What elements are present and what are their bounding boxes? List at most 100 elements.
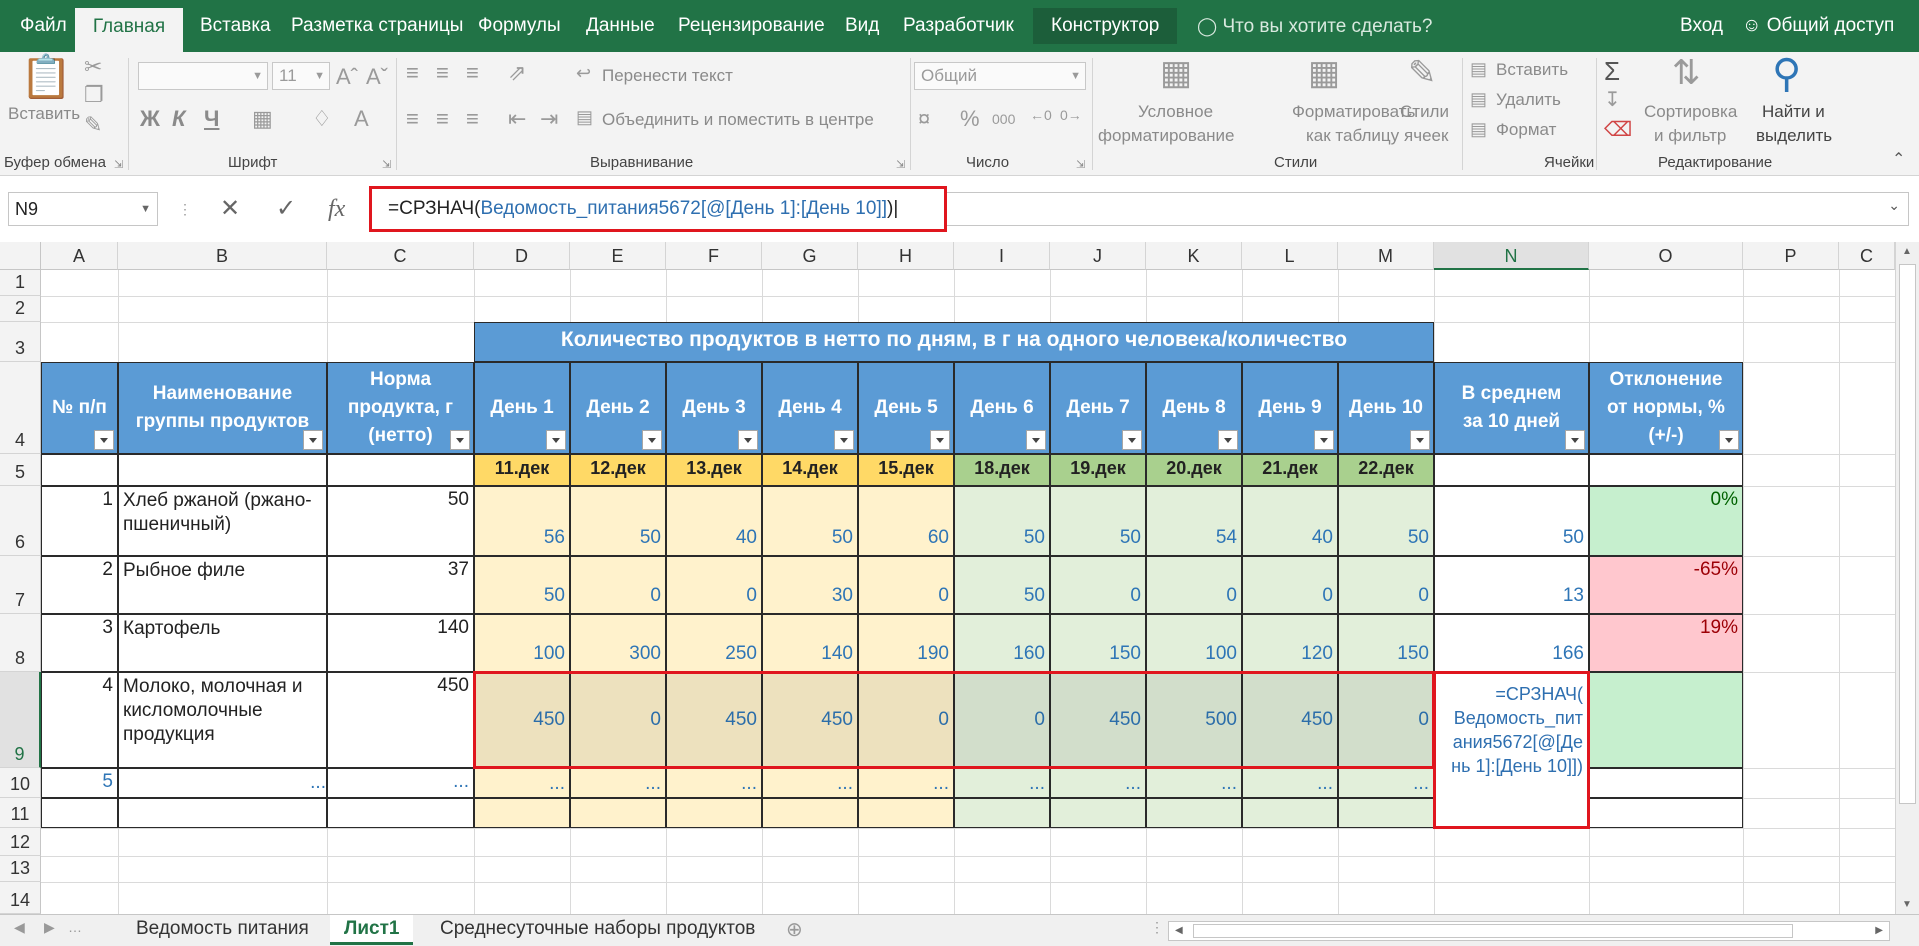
column-header-p[interactable]: P [1743,242,1839,270]
cell-styles-line1[interactable]: Стили [1400,102,1449,122]
paste-icon[interactable]: 📋 [20,56,72,98]
day-value[interactable]: 0 [570,556,666,614]
column-header-l[interactable]: L [1242,242,1338,270]
row-number[interactable]: 1 [41,486,118,556]
day-value[interactable]: 40 [666,486,762,556]
align-middle-icon[interactable]: ≡ [436,62,449,84]
row-number[interactable]: 2 [41,556,118,614]
align-center-icon[interactable]: ≡ [436,108,449,130]
day-value[interactable]: 0 [570,672,666,768]
day-value[interactable]: 450 [474,672,570,768]
active-cell-editor[interactable]: =СРЗНАЧ( Ведомость_пит ания5672[@[Де нь … [1433,671,1590,829]
find-select-line1[interactable]: Найти и [1762,102,1825,122]
day-value[interactable]: ... [1146,768,1242,798]
clipboard-launcher-icon[interactable]: ⇲ [114,158,123,171]
day-value[interactable]: ... [1050,768,1146,798]
tell-me-search[interactable]: ◯ Что вы хотите сделать? [1197,8,1432,44]
day-value[interactable]: 54 [1146,486,1242,556]
tab-home[interactable]: Главная [75,8,183,52]
sheet-tab-vedomost[interactable]: Ведомость питания [122,915,323,945]
orientation-icon[interactable]: ⇗ [508,62,526,84]
day-value[interactable]: 56 [474,486,570,556]
product-name[interactable]: Молоко, молочная и кисломолочные продукция [118,672,327,768]
cell-styles-line2[interactable]: ячеек [1404,126,1448,146]
day-value[interactable]: 100 [1146,614,1242,672]
expand-formula-icon[interactable]: ⌄ [1888,197,1900,214]
increase-decimal-icon[interactable]: ←0 [1030,108,1052,122]
empty-cell[interactable] [41,798,118,828]
day-value[interactable]: 150 [1050,614,1146,672]
day-value[interactable]: 140 [762,614,858,672]
format-as-table-line1[interactable]: Форматировать [1292,102,1415,122]
hscroll-thumb[interactable] [1193,924,1793,938]
deviation-value[interactable]: 19% [1589,614,1743,672]
column-header-c[interactable]: C [1839,242,1895,270]
day-value[interactable]: 50 [954,486,1050,556]
filter-dropdown-icon[interactable] [642,430,662,450]
row-header-11[interactable]: 11 [0,798,41,828]
shrink-font-icon[interactable]: Aˇ [366,66,388,88]
day-value[interactable]: ... [954,768,1050,798]
more-sheets-icon[interactable]: … [68,919,82,935]
sort-filter-line2[interactable]: и фильтр [1654,126,1726,146]
row-header-7[interactable]: 7 [0,556,41,614]
empty-cell[interactable] [1050,798,1146,828]
day-value[interactable]: 150 [1338,614,1434,672]
insert-cells-button[interactable]: Вставить [1496,60,1568,80]
column-header-o[interactable]: O [1589,242,1743,270]
product-name[interactable]: Хлеб ржаной (ржано-пшеничный) [118,486,327,556]
filter-dropdown-icon[interactable] [930,430,950,450]
column-header-k[interactable]: K [1146,242,1242,270]
decrease-indent-icon[interactable]: ⇤ [508,108,526,130]
delete-cells-button[interactable]: Удалить [1496,90,1561,110]
empty-cell[interactable] [474,798,570,828]
empty-cell[interactable] [666,798,762,828]
grow-font-icon[interactable]: Aˆ [336,66,358,88]
fill-icon[interactable]: ↧ [1604,90,1621,110]
copy-icon[interactable]: ❐ [84,84,104,106]
row-header-1[interactable]: 1 [0,270,41,296]
day-value[interactable]: 0 [1338,672,1434,768]
format-cells-button[interactable]: Формат [1496,120,1556,140]
next-sheet-icon[interactable]: ▶ [44,919,55,936]
bold-button[interactable]: Ж [140,106,160,132]
sign-in-link[interactable]: Вход [1680,8,1723,44]
scroll-up-icon[interactable]: ▲ [1902,246,1912,257]
worksheet-grid[interactable]: A B C D E F G H I J K L M N O P C 1 2 3 4 5 6 7 8 9 10 11 12 13 14 Коли… [0,242,1919,915]
row-header-9[interactable]: 9 [0,672,41,768]
average-value[interactable]: 166 [1434,614,1589,672]
filter-dropdown-icon[interactable] [450,430,470,450]
column-header-b[interactable]: B [118,242,327,270]
deviation-value[interactable] [1589,768,1743,798]
norm-value[interactable]: 37 [327,556,474,614]
row-header-10[interactable]: 10 [0,768,41,798]
column-header-c[interactable]: C [327,242,474,270]
day-value[interactable]: ... [1242,768,1338,798]
norm-value[interactable]: ... [327,768,474,798]
share-button[interactable]: ☺ Общий доступ [1742,8,1894,44]
day-value[interactable]: 50 [954,556,1050,614]
filter-dropdown-icon[interactable] [303,430,323,450]
fill-color-icon[interactable]: ♢ [312,108,332,130]
row-header-5[interactable]: 5 [0,454,41,486]
column-header-j[interactable]: J [1050,242,1146,270]
enter-check-icon[interactable]: ✓ [276,192,296,226]
cancel-icon[interactable]: ✕ [220,192,240,226]
day-value[interactable]: 40 [1242,486,1338,556]
tab-developer[interactable]: Разработчик [903,8,1014,44]
scroll-down-icon[interactable]: ▼ [1902,899,1912,910]
filter-dropdown-icon[interactable] [1410,430,1430,450]
column-header-f[interactable]: F [666,242,762,270]
find-select-line2[interactable]: выделить [1756,126,1832,146]
day-value[interactable]: ... [474,768,570,798]
day-value[interactable]: 450 [762,672,858,768]
row-header-13[interactable]: 13 [0,856,41,882]
empty-cell[interactable] [1242,798,1338,828]
product-name[interactable]: Рыбное филе [118,556,327,614]
tab-view[interactable]: Вид [845,8,879,44]
align-left-icon[interactable]: ≡ [406,108,419,130]
name-box[interactable]: N9 ▼ [8,192,158,226]
day-value[interactable]: 0 [666,556,762,614]
filter-dropdown-icon[interactable] [1314,430,1334,450]
sort-filter-line1[interactable]: Сортировка [1644,102,1737,122]
